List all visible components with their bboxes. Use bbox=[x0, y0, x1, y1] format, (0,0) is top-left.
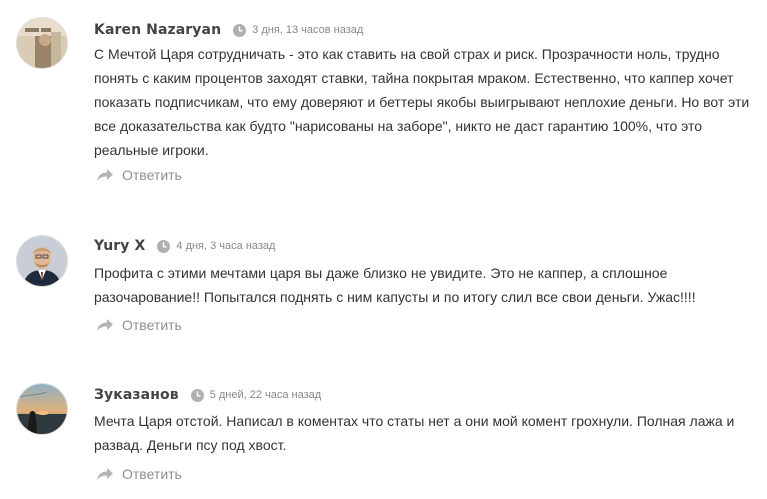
user-photo-icon bbox=[17, 18, 67, 68]
reply-arrow-icon bbox=[96, 318, 114, 332]
comment-text: С Мечтой Царя сотрудничать - это как ста… bbox=[94, 46, 750, 158]
clock-icon bbox=[157, 239, 171, 253]
comment-text: Мечта Царя отстой. Написал в коментах чт… bbox=[94, 413, 735, 453]
comment-timestamp: 5 дней, 22 часа назад bbox=[209, 389, 322, 401]
avatar[interactable] bbox=[16, 17, 68, 69]
clock-icon bbox=[190, 388, 204, 402]
reply-label: Ответить bbox=[122, 466, 182, 482]
user-photo-icon bbox=[17, 384, 67, 434]
comment-author: Yury X bbox=[94, 238, 146, 254]
comment-timestamp: 3 дня, 13 часов назад bbox=[252, 24, 364, 36]
avatar[interactable] bbox=[16, 383, 68, 435]
reply-arrow-icon bbox=[96, 467, 114, 481]
comment-author: Зуказанов bbox=[94, 387, 179, 403]
reply-button[interactable]: Ответить bbox=[96, 165, 182, 185]
reply-button[interactable]: Ответить bbox=[96, 464, 182, 484]
avatar[interactable] bbox=[16, 235, 68, 287]
user-photo-icon bbox=[17, 236, 67, 286]
clock-icon bbox=[233, 23, 247, 37]
comment-author: Karen Nazaryan bbox=[94, 22, 222, 38]
comment-text: Профита с этими мечтами царя вы даже бли… bbox=[94, 265, 696, 305]
reply-button[interactable]: Ответить bbox=[96, 315, 182, 335]
reply-label: Ответить bbox=[122, 317, 182, 333]
reply-arrow-icon bbox=[96, 168, 114, 182]
comment-timestamp: 4 дня, 3 часа назад bbox=[176, 240, 276, 252]
reply-label: Ответить bbox=[122, 167, 182, 183]
